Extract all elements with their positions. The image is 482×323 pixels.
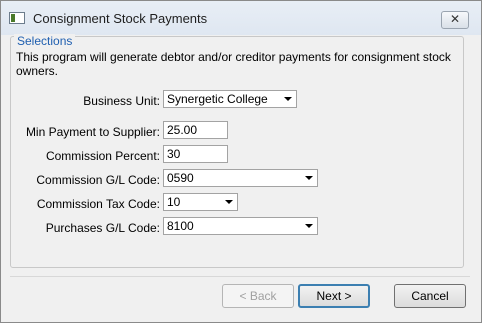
title-bar[interactable]: Consignment Stock Payments ✕	[1, 1, 481, 35]
purchases-gl-label: Purchases G/L Code:	[45, 221, 160, 235]
program-description: This program will generate debtor and/or…	[16, 50, 451, 78]
cancel-button[interactable]: Cancel	[394, 284, 466, 308]
next-button[interactable]: Next >	[298, 284, 370, 308]
chevron-down-icon[interactable]	[280, 92, 295, 106]
purchases-gl-value: 8100	[167, 219, 194, 233]
purchases-gl-select[interactable]: 8100	[163, 217, 318, 235]
commission-tax-label: Commission Tax Code:	[36, 197, 160, 211]
business-unit-value: Synergetic College	[167, 92, 268, 106]
business-unit-label: Business Unit:	[83, 94, 160, 108]
commission-percent-input[interactable]: 30	[163, 145, 228, 163]
commission-gl-label: Commission G/L Code:	[36, 173, 160, 187]
selections-legend: Selections	[14, 34, 76, 48]
back-button[interactable]: < Back	[222, 284, 294, 308]
min-payment-value: 25.00	[167, 123, 198, 137]
chevron-down-icon[interactable]	[221, 195, 236, 209]
commission-gl-value: 0590	[167, 171, 194, 185]
button-separator	[10, 276, 470, 277]
close-button[interactable]: ✕	[441, 11, 469, 29]
commission-tax-select[interactable]: 10	[163, 193, 238, 211]
chevron-down-icon[interactable]	[301, 219, 316, 233]
commission-tax-value: 10	[167, 195, 181, 209]
window-title: Consignment Stock Payments	[33, 11, 208, 26]
commission-percent-label: Commission Percent:	[45, 149, 160, 163]
close-icon: ✕	[449, 12, 461, 26]
commission-percent-value: 30	[167, 147, 181, 161]
business-unit-select[interactable]: Synergetic College	[163, 90, 297, 108]
app-window-icon	[9, 12, 25, 24]
min-payment-input[interactable]: 25.00	[163, 121, 228, 139]
chevron-down-icon[interactable]	[301, 171, 316, 185]
commission-gl-select[interactable]: 0590	[163, 169, 318, 187]
min-payment-label: Min Payment to Supplier:	[25, 125, 160, 139]
